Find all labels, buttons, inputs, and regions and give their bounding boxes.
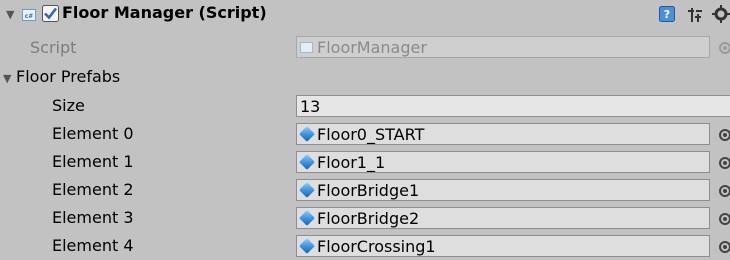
prefab-cube-icon <box>299 154 315 170</box>
script-row: Script FloorManager <box>0 35 730 62</box>
gear-icon[interactable] <box>712 5 730 23</box>
floor-prefabs-foldout[interactable]: ▼ Floor Prefabs <box>0 64 730 91</box>
object-picker-icon[interactable] <box>719 185 730 197</box>
object-field[interactable]: Floor1_1 <box>296 151 710 173</box>
array-element-row: Element 1 Floor1_1 <box>0 149 730 176</box>
enable-checkbox[interactable] <box>42 5 59 22</box>
collapse-triangle-icon[interactable]: ▼ <box>6 8 14 21</box>
object-picker-icon[interactable] <box>719 213 730 225</box>
prefab-cube-icon <box>299 210 315 226</box>
component-title: Floor Manager (Script) <box>62 3 267 22</box>
object-picker-icon[interactable] <box>719 129 730 141</box>
object-picker-icon[interactable] <box>719 241 730 253</box>
svg-text:c#: c# <box>25 13 34 20</box>
object-field[interactable]: FloorBridge2 <box>296 207 710 229</box>
script-field: FloorManager <box>296 36 710 58</box>
object-picker-icon[interactable] <box>719 157 730 169</box>
object-field-value: FloorCrossing1 <box>317 236 436 256</box>
object-field[interactable]: FloorCrossing1 <box>296 235 710 257</box>
array-element-row: Element 0 Floor0_START <box>0 121 730 148</box>
object-field-value: Floor1_1 <box>317 152 386 172</box>
svg-text:?: ? <box>664 8 670 21</box>
object-field-value: FloorBridge1 <box>317 180 420 200</box>
preset-icon[interactable] <box>687 7 703 23</box>
object-picker-icon <box>719 42 730 54</box>
element-label: Element 4 <box>52 236 134 255</box>
array-element-row: Element 4 FloorCrossing1 <box>0 233 730 260</box>
array-element-row: Element 2 FloorBridge1 <box>0 177 730 204</box>
size-input[interactable]: 13 <box>296 95 730 117</box>
script-file-icon <box>300 41 313 53</box>
script-value: FloorManager <box>317 37 427 57</box>
array-element-row: Element 3 FloorBridge2 <box>0 205 730 232</box>
element-label: Element 3 <box>52 208 134 227</box>
expand-triangle-icon[interactable]: ▼ <box>3 72 11 85</box>
component-header: ▼ c# Floor Manager (Script) ? <box>0 0 730 27</box>
element-label: Element 0 <box>52 124 134 143</box>
script-file-icon: c# <box>22 7 36 21</box>
prefab-cube-icon <box>299 182 315 198</box>
script-label: Script <box>30 38 77 57</box>
size-row: Size 13 <box>0 93 730 120</box>
size-value: 13 <box>300 96 321 116</box>
object-field-value: FloorBridge2 <box>317 208 420 228</box>
help-book-icon[interactable]: ? <box>659 6 675 22</box>
element-label: Element 1 <box>52 152 134 171</box>
floor-prefabs-label: Floor Prefabs <box>16 67 121 86</box>
prefab-cube-icon <box>299 238 315 254</box>
object-field-value: Floor0_START <box>317 124 425 144</box>
object-field[interactable]: Floor0_START <box>296 123 710 145</box>
size-label: Size <box>52 96 85 115</box>
prefab-cube-icon <box>299 126 315 142</box>
element-label: Element 2 <box>52 180 134 199</box>
object-field[interactable]: FloorBridge1 <box>296 179 710 201</box>
